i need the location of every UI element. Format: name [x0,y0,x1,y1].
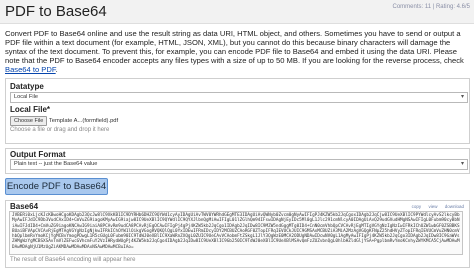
page-title: PDF to Base64 [5,3,107,20]
rating-link[interactable]: Rating: 4.6/5 [436,4,470,10]
encode-button[interactable]: Encode PDF to Base64 [5,178,108,195]
comments-link[interactable]: Comments: 11 [392,4,431,10]
view-link[interactable]: view [428,204,437,209]
output-format-label: Output Format [10,150,66,159]
datatype-label: Datatype [10,82,44,91]
choose-file-button[interactable]: Choose File [10,116,48,126]
datatype-selected-value: Local File [14,94,38,100]
base64-to-pdf-link[interactable]: Base64 to PDF [5,65,56,74]
result-label: Base64 [10,202,39,211]
file-name: Template A...(formfield).pdf [48,118,119,124]
result-actions: copy view download [406,204,464,209]
intro-text: Convert PDF to Base64 online and use the… [5,29,464,66]
output-format-select[interactable]: Plain text -- just the Base64 value ▾ [10,159,468,170]
top-links: Comments: 11 | Rating: 4.6/5 [392,4,470,10]
copy-link[interactable]: copy [412,204,422,209]
intro-end: . [55,65,58,75]
input-panel [5,78,470,144]
intro-paragraph: Convert PDF to Base64 online and use the… [5,29,471,74]
chevron-down-icon: ▾ [460,161,464,167]
output-format-selected-value: Plain text -- just the Base64 value [14,161,98,167]
file-hint: Choose a file or drag and drop it here [10,127,110,133]
result-note: The result of Base64 encoding will appea… [10,257,136,263]
chevron-down-icon: ▾ [460,94,464,100]
download-link[interactable]: download [445,204,464,209]
local-file-label: Local File* [10,105,51,114]
datatype-select[interactable]: Local File ▾ [10,92,468,103]
result-textarea[interactable]: JVBERi0xLjcKJcKBwoHCgoKDAgb23QcJw8lC9XkK… [9,211,463,255]
header-bar: PDF to Base64 Comments: 11 | Rating: 4.6… [0,0,474,24]
file-input[interactable]: Choose File Template A...(formfield).pdf [10,116,200,126]
